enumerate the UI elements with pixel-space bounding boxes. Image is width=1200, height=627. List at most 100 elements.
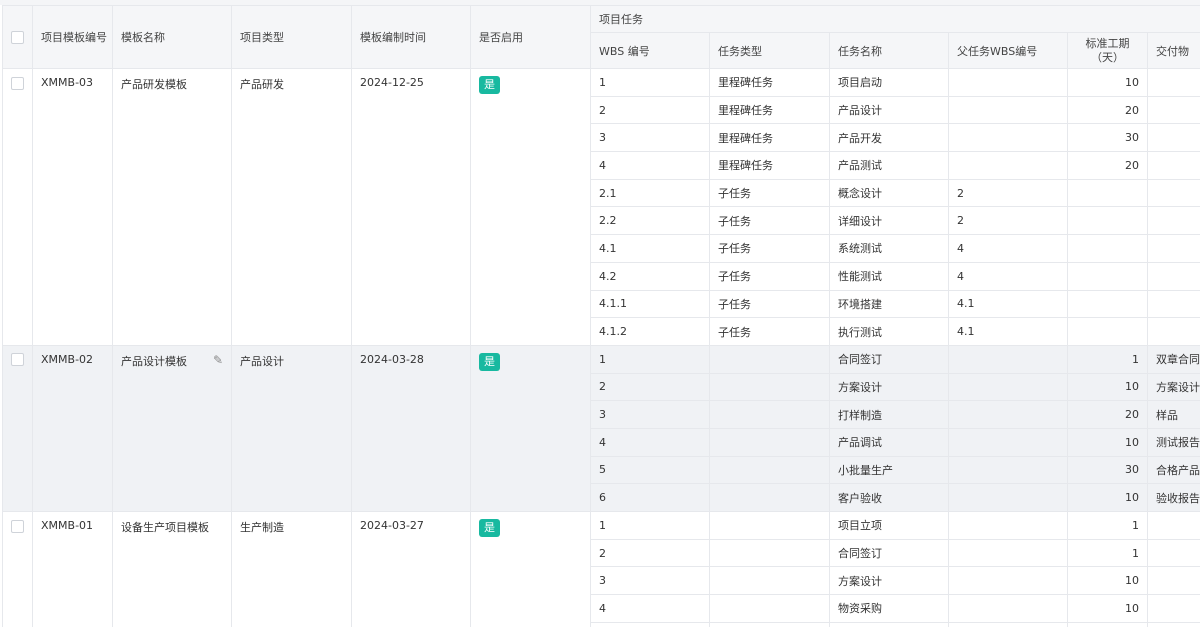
task-type-cell bbox=[709, 400, 830, 429]
row-select-cell bbox=[2, 68, 33, 346]
std-period-cell bbox=[1067, 317, 1148, 346]
std-period-cell: 10 bbox=[1067, 594, 1148, 623]
task-name-cell: 产品测试 bbox=[829, 151, 949, 180]
deliverable-cell bbox=[1146, 594, 1200, 623]
wbs-cell: 4 bbox=[590, 151, 710, 180]
parent-wbs-cell bbox=[948, 95, 1068, 125]
template-name-text: 产品设计模板 bbox=[121, 354, 187, 368]
wbs-cell: 2.1 bbox=[590, 178, 710, 208]
std-period-cell bbox=[1067, 289, 1148, 319]
deliverable-cell bbox=[1146, 123, 1200, 153]
enabled-cell: 是 bbox=[470, 68, 591, 346]
parent-wbs-cell bbox=[948, 68, 1068, 97]
parent-wbs-cell: 4.1 bbox=[948, 317, 1068, 346]
task-type-cell: 里程碑任务 bbox=[709, 151, 830, 180]
table-row[interactable]: XMMB-03 产品研发模板 产品研发 2024-12-25 是 1 里程碑任务 项目启动 10 bbox=[2, 68, 1200, 346]
deliverable-cell bbox=[1146, 95, 1200, 125]
col-task-type[interactable]: 任务类型 bbox=[709, 32, 830, 69]
row-checkbox[interactable] bbox=[11, 76, 24, 90]
wbs-cell: 3 bbox=[590, 566, 710, 596]
task-type-cell: 里程碑任务 bbox=[709, 95, 830, 125]
task-type-cell bbox=[709, 594, 830, 623]
task-type-cell bbox=[709, 566, 830, 596]
template-no-cell: XMMB-02 bbox=[32, 344, 113, 513]
std-period-cell: 10 bbox=[1067, 566, 1148, 596]
project-type-cell: 产品设计 bbox=[231, 344, 352, 513]
task-type-cell bbox=[709, 483, 830, 512]
col-template-time[interactable]: 模板编制时间 bbox=[351, 5, 471, 69]
deliverable-cell bbox=[1146, 317, 1200, 346]
task-name-cell bbox=[829, 621, 949, 627]
col-project-type[interactable]: 项目类型 bbox=[231, 5, 352, 69]
task-type-cell bbox=[709, 511, 830, 540]
std-period-cell: 1 bbox=[1067, 538, 1148, 568]
deliverable-cell bbox=[1146, 234, 1200, 263]
parent-wbs-cell: 4 bbox=[948, 261, 1068, 291]
col-std-period[interactable]: 标准工期 （天） bbox=[1067, 32, 1148, 69]
deliverable-cell bbox=[1146, 566, 1200, 596]
enabled-badge: 是 bbox=[479, 352, 500, 371]
table-row[interactable]: XMMB-01 设备生产项目模板 生产制造 2024-03-27 是 1 项目立项 1 bbox=[2, 510, 1200, 627]
col-task-name[interactable]: 任务名称 bbox=[829, 32, 949, 69]
col-template-no[interactable]: 项目模板编号 bbox=[32, 5, 113, 69]
enabled-badge: 是 bbox=[479, 519, 500, 537]
std-period-cell: 10 bbox=[1067, 372, 1148, 402]
wbs-cell: 1 bbox=[590, 511, 710, 540]
std-period-cell bbox=[1067, 206, 1148, 236]
task-type-cell: 子任务 bbox=[709, 289, 830, 319]
col-template-name[interactable]: 模板名称 bbox=[112, 5, 232, 69]
task-type-cell: 子任务 bbox=[709, 261, 830, 291]
wbs-cell: 3 bbox=[590, 400, 710, 429]
parent-wbs-cell bbox=[948, 511, 1068, 540]
wbs-cell: 1 bbox=[590, 344, 710, 374]
col-wbs[interactable]: WBS 编号 bbox=[590, 32, 710, 69]
col-enabled[interactable]: 是否启用 bbox=[470, 5, 591, 69]
template-name-cell: 设备生产项目模板 bbox=[112, 510, 232, 627]
wbs-cell: 2 bbox=[590, 95, 710, 125]
table-row[interactable]: XMMB-02 产品设计模板 ✎ 产品设计 2024-03-28 是 1 合同签订 1 双章合同 bbox=[2, 344, 1200, 513]
wbs-cell: 3 bbox=[590, 123, 710, 153]
parent-wbs-cell bbox=[948, 483, 1068, 512]
task-type-cell: 子任务 bbox=[709, 317, 830, 346]
deliverable-cell: 方案设计图 bbox=[1146, 372, 1200, 402]
wbs-cell: 2 bbox=[590, 372, 710, 402]
task-name-cell: 性能测试 bbox=[829, 261, 949, 291]
wbs-cell bbox=[590, 621, 710, 627]
col-deliverable[interactable]: 交付物 bbox=[1146, 32, 1200, 69]
std-period-cell: 30 bbox=[1067, 455, 1148, 485]
std-period-cell: 1 bbox=[1067, 344, 1148, 374]
parent-wbs-cell: 4.1 bbox=[948, 289, 1068, 319]
project-template-table: 项目模板编号 模板名称 项目类型 模板编制时间 是否启用 项目任务 WBS 编号… bbox=[2, 5, 1200, 627]
row-checkbox[interactable] bbox=[11, 353, 24, 367]
row-checkbox[interactable] bbox=[11, 519, 24, 533]
edit-pencil-icon[interactable]: ✎ bbox=[213, 353, 223, 367]
parent-wbs-cell bbox=[948, 455, 1068, 485]
task-name-cell: 物资采购 bbox=[829, 594, 949, 623]
template-time-cell: 2024-12-25 bbox=[351, 68, 471, 346]
parent-wbs-cell bbox=[948, 151, 1068, 180]
std-period-cell: 20 bbox=[1067, 95, 1148, 125]
deliverable-cell bbox=[1146, 206, 1200, 236]
task-type-cell: 子任务 bbox=[709, 178, 830, 208]
task-name-cell: 项目启动 bbox=[829, 68, 949, 97]
wbs-cell: 4.2 bbox=[590, 261, 710, 291]
std-period-cell: 30 bbox=[1067, 123, 1148, 153]
wbs-cell: 4 bbox=[590, 427, 710, 457]
deliverable-cell bbox=[1146, 538, 1200, 568]
parent-wbs-cell bbox=[948, 344, 1068, 374]
enabled-cell: 是 bbox=[470, 344, 591, 513]
wbs-cell: 4 bbox=[590, 594, 710, 623]
parent-wbs-cell: 4 bbox=[948, 234, 1068, 263]
wbs-cell: 2.2 bbox=[590, 206, 710, 236]
wbs-cell: 2 bbox=[590, 538, 710, 568]
deliverable-cell bbox=[1146, 261, 1200, 291]
task-name-cell: 概念设计 bbox=[829, 178, 949, 208]
select-all-checkbox[interactable] bbox=[11, 30, 24, 44]
task-name-cell: 客户验收 bbox=[829, 483, 949, 512]
col-parent-wbs[interactable]: 父任务WBS编号 bbox=[948, 32, 1068, 69]
task-name-cell: 详细设计 bbox=[829, 206, 949, 236]
task-type-cell bbox=[709, 455, 830, 485]
parent-wbs-cell: 2 bbox=[948, 178, 1068, 208]
wbs-cell: 5 bbox=[590, 455, 710, 485]
parent-wbs-cell bbox=[948, 372, 1068, 402]
